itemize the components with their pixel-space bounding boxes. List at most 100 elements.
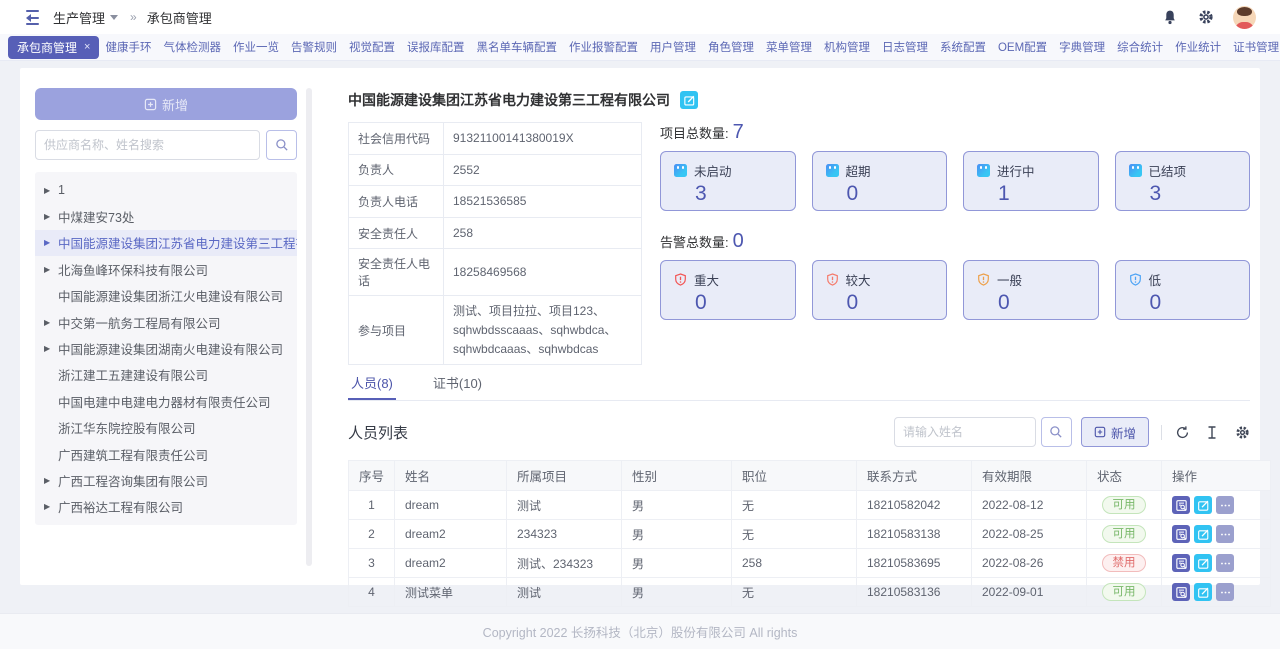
supplier-search-button[interactable] — [266, 130, 297, 160]
stat-card-label: 重大 — [694, 270, 719, 289]
refresh-icon[interactable] — [1174, 424, 1190, 440]
stat-card[interactable]: 低0 — [1115, 260, 1251, 320]
tab-certificates[interactable]: 证书(10) — [430, 373, 485, 400]
company-field-row: 负责人电话18521536585 — [349, 186, 642, 218]
tree-item[interactable]: ▶中交第一航务工程局有限公司 — [35, 309, 297, 335]
tab-item[interactable]: 综合统计 — [1111, 39, 1169, 55]
tree-item[interactable]: ▶广西裕达工程有限公司 — [35, 494, 297, 520]
edit-icon[interactable] — [1194, 525, 1212, 543]
tree-item[interactable]: ▶中国能源建设集团湖南火电建设有限公司 — [35, 335, 297, 361]
tab-item[interactable]: 气体检测器 — [157, 39, 227, 55]
tree-item[interactable]: ▶中煤建安73处 — [35, 203, 297, 229]
stat-card[interactable]: 已结项3 — [1115, 151, 1251, 211]
tree-item[interactable]: ▶北海鱼峰环保科技有限公司 — [35, 256, 297, 282]
stat-card[interactable]: 未启动3 — [660, 151, 796, 211]
top-header: 生产管理 » 承包商管理 — [0, 0, 1280, 34]
tab-item[interactable]: 系统配置 — [934, 39, 992, 55]
sidebar-scrollbar[interactable] — [306, 88, 312, 566]
stat-card[interactable]: 重大0 — [660, 260, 796, 320]
cell-phone: 18210583695 — [857, 549, 972, 578]
view-details-icon[interactable] — [1172, 554, 1190, 572]
tab-item[interactable]: 证书管理 — [1227, 39, 1280, 55]
stat-card[interactable]: 较大0 — [812, 260, 948, 320]
more-actions-icon[interactable] — [1216, 496, 1234, 514]
tree-item[interactable]: ▶广西工程咨询集团有限公司 — [35, 467, 297, 493]
breadcrumb-menu[interactable]: 生产管理 — [53, 8, 118, 27]
tree-expand-icon[interactable]: ▶ — [44, 318, 58, 327]
cell-no: 3 — [349, 549, 395, 578]
cell-position: 258 — [732, 549, 857, 578]
stat-card[interactable]: 进行中1 — [963, 151, 1099, 211]
tree-expand-icon[interactable]: ▶ — [44, 265, 58, 274]
tree-item[interactable]: ▶中国能源建设集团江苏省电力建设第三工程有限公司 — [35, 230, 297, 256]
cell-gender: 男 — [622, 491, 732, 520]
personnel-add-button[interactable]: 新增 — [1081, 417, 1149, 447]
tab-item[interactable]: OEM配置 — [992, 39, 1053, 55]
stat-card[interactable]: 一般0 — [963, 260, 1099, 320]
personnel-list-title: 人员列表 — [348, 422, 408, 443]
user-avatar[interactable] — [1233, 6, 1256, 29]
tab-item[interactable]: 视觉配置 — [343, 39, 401, 55]
more-actions-icon[interactable] — [1216, 525, 1234, 543]
sidebar-add-button[interactable]: 新增 — [35, 88, 297, 120]
view-details-icon[interactable] — [1172, 583, 1190, 601]
stat-card[interactable]: 超期0 — [812, 151, 948, 211]
tab-item[interactable]: 作业统计 — [1169, 39, 1227, 55]
tab-item[interactable]: 机构管理 — [818, 39, 876, 55]
view-details-icon[interactable] — [1172, 525, 1190, 543]
cell-no: 4 — [349, 578, 395, 607]
bell-icon[interactable] — [1161, 8, 1179, 26]
tree-expand-icon[interactable]: ▶ — [44, 238, 58, 247]
tree-item[interactable]: 浙江建工五建建设有限公司 — [35, 362, 297, 388]
alarm-shield-icon — [977, 273, 990, 286]
tab-personnel[interactable]: 人员(8) — [348, 373, 396, 400]
density-icon[interactable] — [1204, 424, 1220, 440]
tab-close-icon[interactable]: × — [84, 41, 90, 53]
company-edit-button[interactable] — [680, 91, 698, 109]
tab-item[interactable]: 日志管理 — [876, 39, 934, 55]
edit-icon[interactable] — [1194, 554, 1212, 572]
cell-project: 234323 — [507, 520, 622, 549]
tree-item[interactable]: 中国能源建设集团浙江火电建设有限公司 — [35, 283, 297, 309]
tree-item[interactable]: 浙江华东院控股有限公司 — [35, 415, 297, 441]
tree-expand-icon[interactable]: ▶ — [44, 476, 58, 485]
tree-item[interactable]: ▶1 — [35, 177, 297, 203]
menu-fold-icon[interactable] — [22, 10, 39, 25]
tree-item[interactable]: 广西建筑工程有限责任公司 — [35, 441, 297, 467]
settings-icon[interactable] — [1234, 424, 1250, 440]
tree-expand-icon[interactable]: ▶ — [44, 212, 58, 221]
breadcrumb-separator: » — [130, 10, 137, 24]
supplier-search-input[interactable] — [35, 130, 260, 160]
tab-item[interactable]: 误报库配置 — [401, 39, 471, 55]
more-actions-icon[interactable] — [1216, 583, 1234, 601]
tab-item[interactable]: 用户管理 — [644, 39, 702, 55]
tab-item[interactable]: 作业一览 — [227, 39, 285, 55]
stat-card-label: 低 — [1149, 270, 1162, 289]
edit-icon[interactable] — [1194, 583, 1212, 601]
stat-card-value: 0 — [847, 183, 934, 205]
tab-item[interactable]: 黑名单车辆配置 — [470, 39, 563, 55]
cell-project: 测试 — [507, 491, 622, 520]
tab-item[interactable]: 健康手环 — [99, 39, 157, 55]
gear-icon[interactable] — [1197, 8, 1215, 26]
tree-expand-icon[interactable]: ▶ — [44, 186, 58, 195]
tab-item[interactable]: 告警规则 — [285, 39, 343, 55]
breadcrumb-current: 承包商管理 — [147, 8, 212, 27]
tab-item[interactable]: 角色管理 — [702, 39, 760, 55]
more-actions-icon[interactable] — [1216, 554, 1234, 572]
view-details-icon[interactable] — [1172, 496, 1190, 514]
cell-name: dream2 — [395, 520, 507, 549]
tab-item[interactable]: 菜单管理 — [760, 39, 818, 55]
tree-item[interactable]: 中国电建中电建电力器材有限责任公司 — [35, 388, 297, 414]
cell-project: 测试、234323 — [507, 549, 622, 578]
tab-active[interactable]: 承包商管理 × — [8, 36, 99, 59]
edit-icon[interactable] — [1194, 496, 1212, 514]
name-search-input[interactable] — [894, 417, 1036, 447]
tab-item[interactable]: 字典管理 — [1053, 39, 1111, 55]
status-badge: 可用 — [1102, 496, 1146, 514]
tab-item[interactable]: 作业报警配置 — [563, 39, 644, 55]
content-panel: 新增 ▶1▶中煤建安73处▶中国能源建设集团江苏省电力建设第三工程有限公司▶北海… — [20, 68, 1260, 585]
name-search-button[interactable] — [1041, 417, 1072, 447]
tree-expand-icon[interactable]: ▶ — [44, 344, 58, 353]
tree-expand-icon[interactable]: ▶ — [44, 502, 58, 511]
